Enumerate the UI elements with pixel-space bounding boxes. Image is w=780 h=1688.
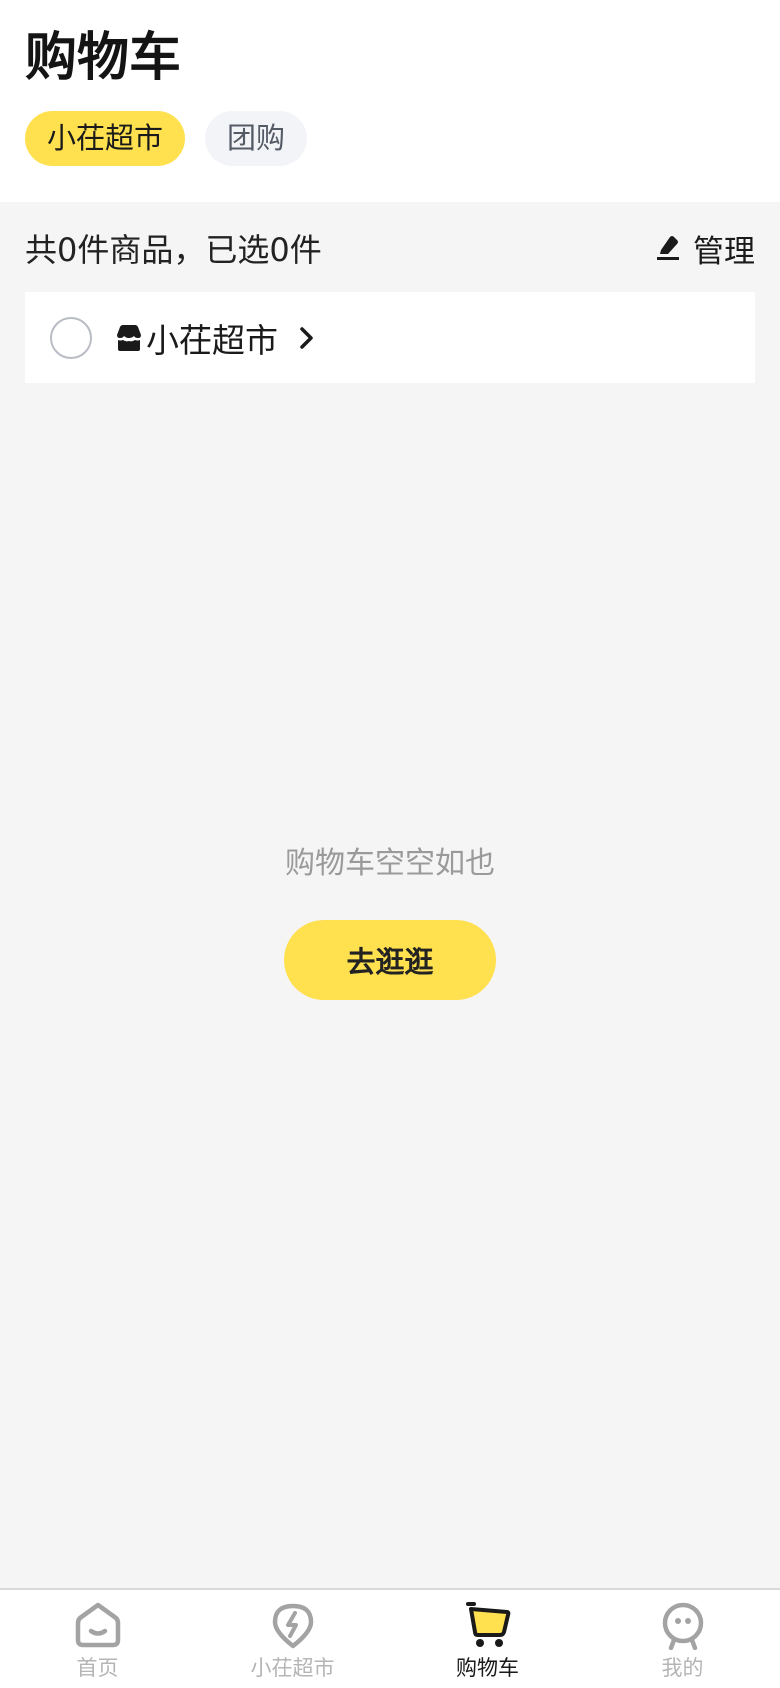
tabbar-item-profile[interactable]: 我的 [585, 1590, 780, 1688]
tabbar-label: 小茌超市 [250, 1656, 335, 1680]
store-icon [117, 324, 141, 351]
summary-row: 共0件商品，已选0件 管理 [25, 222, 755, 274]
tab-group-buy[interactable]: 团购 [205, 111, 308, 166]
tabbar-label: 购物车 [456, 1656, 519, 1680]
home-face-icon [75, 1602, 120, 1648]
go-shopping-button[interactable]: 去逛逛 [284, 920, 496, 1000]
tab-supermarket[interactable]: 小茌超市 [25, 111, 186, 166]
chevron-right-icon[interactable] [296, 325, 316, 351]
store-select-radio[interactable] [50, 316, 92, 359]
tabbar-label: 我的 [661, 1656, 704, 1680]
manage-button[interactable]: 管理 [655, 226, 755, 271]
cart-icon [465, 1602, 510, 1647]
header: 购物车 小茌超市 团购 [0, 0, 780, 202]
tabbar-item-cart[interactable]: 购物车 [390, 1590, 585, 1688]
tabbar-item-supermarket[interactable]: 小茌超市 [195, 1590, 390, 1688]
store-name[interactable]: 小茌超市 [146, 314, 278, 362]
manage-label: 管理 [693, 233, 755, 270]
tabbar-item-home[interactable]: 首页 [0, 1590, 195, 1688]
item-count-summary: 共0件商品，已选0件 [25, 231, 322, 269]
empty-cart-message: 购物车空空如也 [285, 846, 495, 881]
store-card: 小茌超市 [25, 292, 755, 383]
edit-icon [657, 236, 679, 260]
profile-face-icon [662, 1602, 703, 1650]
tabbar-label: 首页 [76, 1656, 119, 1680]
page-title: 购物车 [25, 28, 182, 88]
top-tabs: 小茌超市 团购 [25, 111, 308, 166]
bottom-tabbar: 首页 小茌超市 购物车 我的 [0, 1588, 780, 1688]
lightning-pin-icon [272, 1603, 313, 1649]
